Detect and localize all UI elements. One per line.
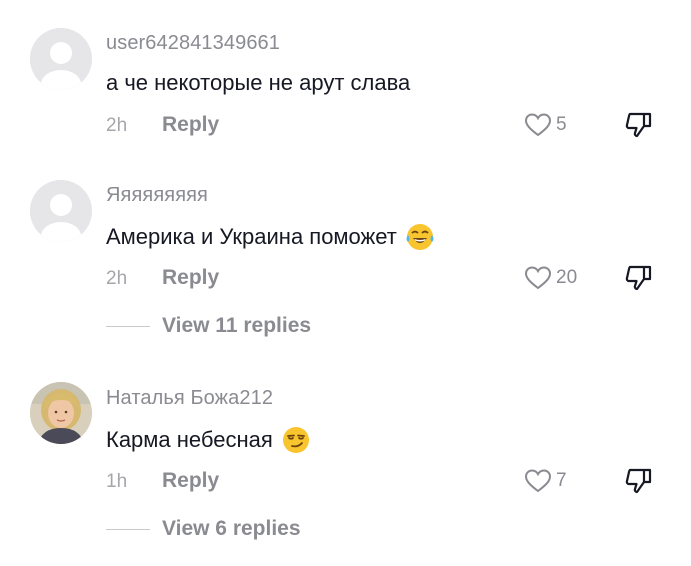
comment-text: Карма небесная — [106, 425, 311, 455]
comment-time: 1h — [106, 471, 128, 492]
view-replies-button[interactable]: View 6 replies — [106, 517, 301, 541]
comment-time: 2h — [106, 115, 128, 136]
comment-text: а че некоторые не арут слава — [106, 70, 410, 96]
profile-photo — [30, 382, 92, 444]
heart-icon — [524, 113, 552, 137]
heart-icon — [524, 469, 552, 493]
reply-button[interactable]: Reply — [162, 113, 219, 137]
like-count: 5 — [556, 114, 567, 135]
smirking-face-emoji — [281, 425, 311, 455]
divider — [106, 325, 150, 327]
comment-text-content: Америка и Украина поможет — [106, 224, 397, 249]
comment-username[interactable]: Наталья Божа212 — [106, 387, 273, 410]
comment-text-content: а че некоторые не арут слава — [106, 70, 411, 95]
view-replies-button[interactable]: View 11 replies — [106, 314, 311, 338]
like-button[interactable]: 7 — [524, 468, 567, 494]
dislike-button[interactable] — [624, 111, 654, 144]
like-count: 7 — [556, 470, 567, 491]
avatar[interactable] — [30, 180, 92, 242]
tears-of-joy-emoji — [405, 222, 435, 252]
avatar[interactable] — [30, 382, 92, 444]
heart-icon — [524, 266, 552, 290]
like-count: 20 — [556, 267, 578, 288]
avatar[interactable] — [30, 28, 92, 90]
dislike-button[interactable] — [624, 467, 654, 500]
like-button[interactable]: 20 — [524, 265, 577, 291]
dislike-button[interactable] — [624, 264, 654, 297]
comment-text: Америка и Украина поможет — [106, 222, 435, 252]
thumbs-down-icon — [625, 265, 652, 291]
divider — [106, 528, 150, 530]
thumbs-down-icon — [625, 112, 652, 138]
comment-text-content: Карма небесная — [106, 427, 273, 452]
comment-username[interactable]: Яяяяяяяяя — [106, 184, 208, 207]
comment-time: 2h — [106, 268, 128, 289]
reply-button[interactable]: Reply — [162, 266, 219, 290]
like-button[interactable]: 5 — [524, 112, 567, 138]
view-replies-label: View 6 replies — [162, 517, 301, 540]
comment-username[interactable]: user642841349661 — [106, 32, 280, 55]
reply-button[interactable]: Reply — [162, 469, 219, 493]
thumbs-down-icon — [625, 468, 652, 494]
view-replies-label: View 11 replies — [162, 314, 312, 337]
